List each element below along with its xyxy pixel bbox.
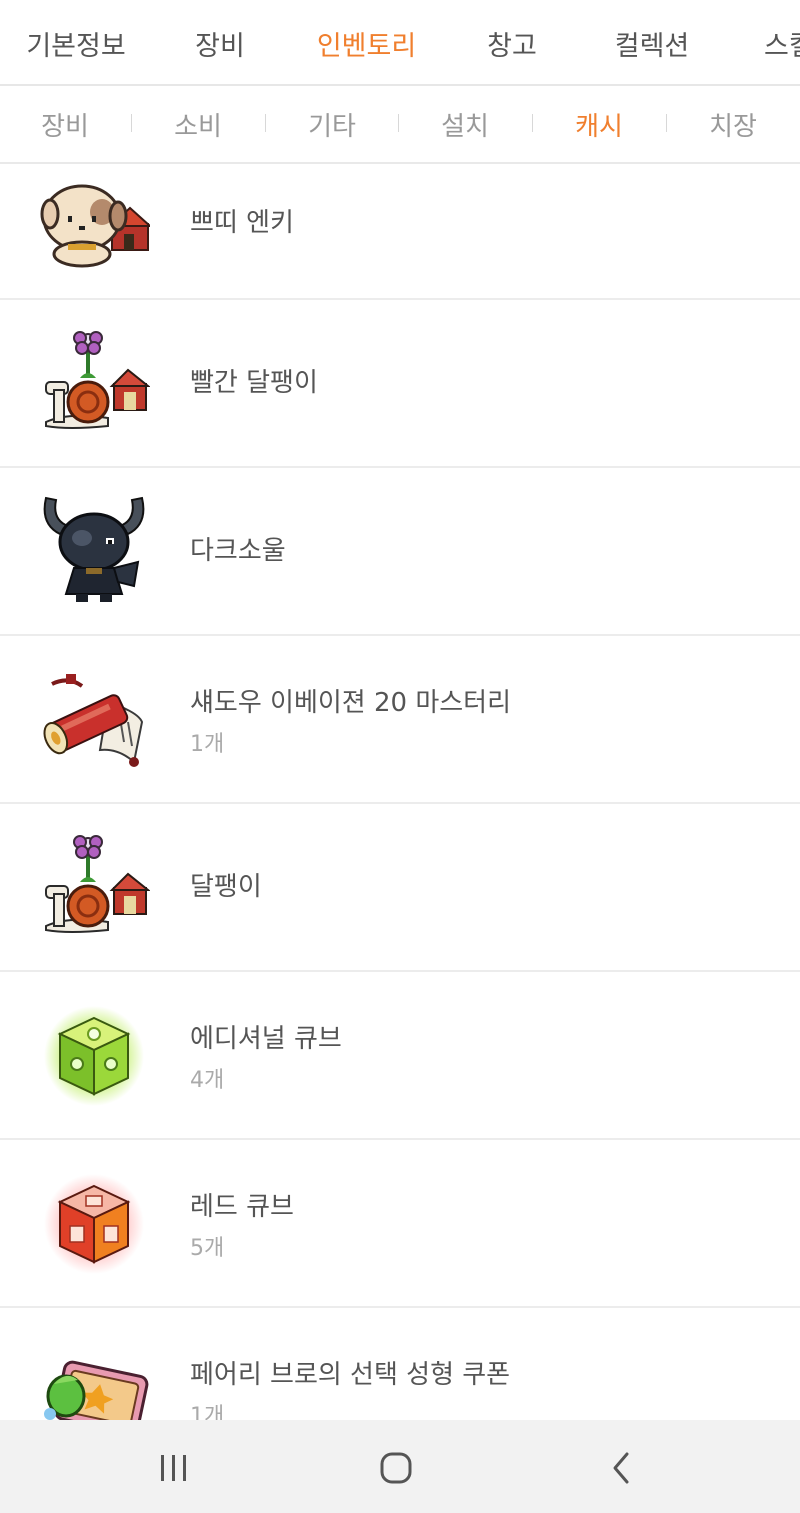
- list-item[interactable]: 다크소울: [0, 468, 800, 636]
- snail-pet-icon: [45, 835, 150, 933]
- puppy-pet-icon: [40, 184, 150, 268]
- item-name: 다크소울: [190, 536, 286, 566]
- item-count: 1개: [190, 732, 225, 757]
- coupon-icon: [44, 1360, 149, 1420]
- divider: [398, 114, 399, 132]
- list-item[interactable]: 페어리 브로의 선택 성형 쿠폰 1개: [0, 1308, 800, 1420]
- back-icon[interactable]: [598, 1444, 646, 1492]
- divider: [666, 114, 667, 132]
- divider: [532, 114, 533, 132]
- additional-cube-icon: [44, 1006, 144, 1106]
- recent-apps-icon[interactable]: [150, 1444, 198, 1492]
- list-item[interactable]: 에디셔널 큐브 4개: [0, 972, 800, 1140]
- item-count: 1개: [190, 1404, 225, 1420]
- tab-storage[interactable]: 창고: [472, 0, 552, 84]
- subtab-cash[interactable]: 캐시: [549, 86, 649, 162]
- tab-skill[interactable]: 스킬: [764, 0, 800, 84]
- list-item[interactable]: 빨간 달팽이: [0, 300, 800, 468]
- red-cube-icon: [44, 1174, 144, 1274]
- item-count: 4개: [190, 1068, 225, 1093]
- dark-soul-pet-icon: [43, 496, 145, 602]
- subtab-setup[interactable]: 설치: [415, 86, 515, 162]
- tab-equipment[interactable]: 장비: [180, 0, 260, 84]
- divider: [131, 114, 132, 132]
- mastery-book-icon: [43, 674, 144, 767]
- snail-pet-icon: [45, 331, 150, 429]
- item-name: 에디셔널 큐브: [190, 1024, 342, 1054]
- system-nav-bar: [0, 1420, 800, 1513]
- top-tab-bar: 기본정보 장비 인벤토리 창고 컬렉션 스킬: [0, 0, 800, 86]
- item-list: 쁘띠 엔키 빨간 달팽이 다크소울 섀도우 이베이젼 20 마스터리 1개 달팽…: [0, 164, 800, 1420]
- item-name: 빨간 달팽이: [190, 368, 318, 398]
- subtab-consumable[interactable]: 소비: [148, 86, 248, 162]
- list-item[interactable]: 달팽이: [0, 804, 800, 972]
- item-name: 페어리 브로의 선택 성형 쿠폰: [190, 1360, 511, 1390]
- item-name: 쁘띠 엔키: [190, 208, 294, 238]
- item-name: 섀도우 이베이젼 20 마스터리: [190, 688, 511, 718]
- item-count: 5개: [190, 1236, 225, 1261]
- subtab-cosmetic[interactable]: 치장: [683, 86, 783, 162]
- home-icon[interactable]: [372, 1444, 420, 1492]
- tab-basic-info[interactable]: 기본정보: [20, 0, 132, 84]
- list-item[interactable]: 레드 큐브 5개: [0, 1140, 800, 1308]
- list-item[interactable]: 섀도우 이베이젼 20 마스터리 1개: [0, 636, 800, 804]
- list-item[interactable]: 쁘띠 엔키: [0, 164, 800, 300]
- subtab-etc[interactable]: 기타: [282, 86, 382, 162]
- tab-inventory[interactable]: 인벤토리: [291, 0, 442, 84]
- tab-collection[interactable]: 컬렉션: [608, 0, 696, 84]
- item-name: 레드 큐브: [190, 1192, 294, 1222]
- item-name: 달팽이: [190, 872, 262, 902]
- divider: [265, 114, 266, 132]
- subtab-equipment[interactable]: 장비: [15, 86, 115, 162]
- sub-tab-bar: 장비 소비 기타 설치 캐시 치장: [0, 86, 800, 164]
